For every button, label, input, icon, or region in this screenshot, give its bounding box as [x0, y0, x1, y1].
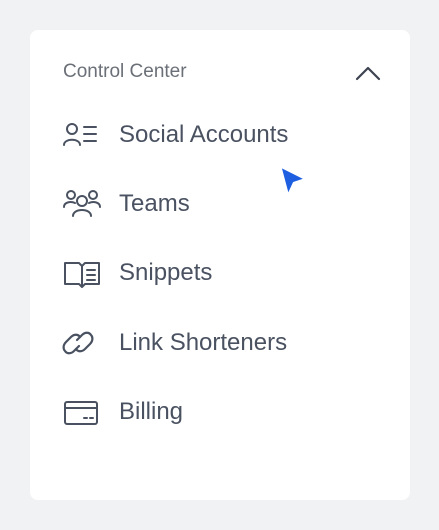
section-header[interactable]: Control Center: [30, 30, 410, 110]
menu-item-label: Social Accounts: [119, 121, 289, 148]
menu-item-label: Billing: [119, 398, 184, 425]
link-icon: [62, 327, 102, 359]
menu-item-social-accounts[interactable]: Social Accounts: [30, 101, 410, 169]
menu-item-label: Snippets: [119, 259, 213, 286]
section-title: Control Center: [63, 61, 187, 82]
menu-item-snippets[interactable]: Snippets: [30, 239, 410, 307]
menu-item-billing[interactable]: Billing: [30, 378, 410, 446]
user-list-icon: [62, 119, 102, 151]
menu-item-label: Teams: [119, 190, 190, 217]
chevron-up-icon[interactable]: [352, 60, 384, 86]
menu-item-link-shorteners[interactable]: Link Shorteners: [30, 309, 410, 377]
menu-item-teams[interactable]: Teams: [30, 170, 410, 238]
cursor-pointer-icon: [276, 163, 310, 201]
book-open-icon: [62, 257, 102, 289]
menu-item-label: Link Shorteners: [119, 329, 288, 356]
users-group-icon: [62, 188, 102, 220]
control-center-panel: Control Center Social Accounts Teams Sni…: [30, 30, 410, 500]
credit-card-icon: [62, 396, 102, 428]
